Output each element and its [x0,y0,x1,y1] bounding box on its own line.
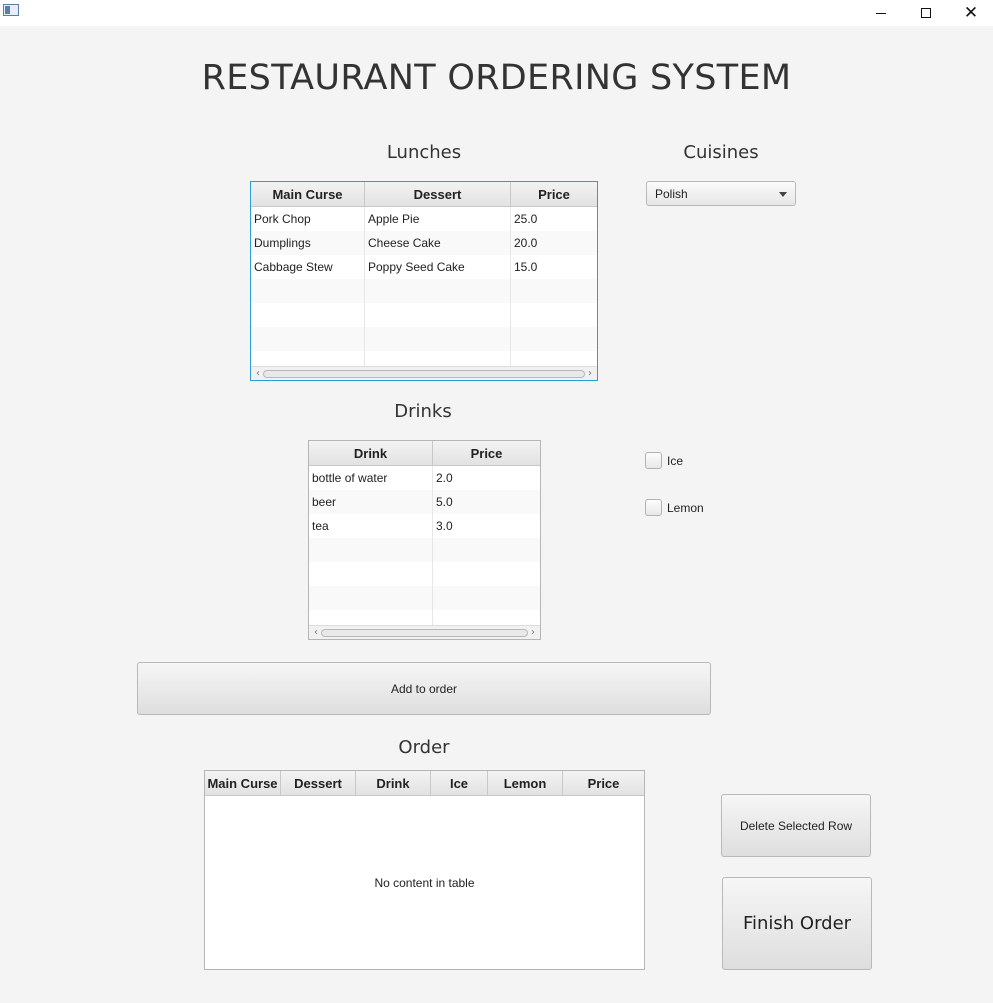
cell-dessert: Cheese Cake [365,231,511,255]
maximize-icon [921,8,931,18]
lunches-table-header: Main Curse Dessert Price [251,182,597,207]
ice-checkbox-label: Ice [667,453,684,468]
column-header-drink[interactable]: Drink [356,771,431,795]
close-button[interactable]: ✕ [948,0,993,26]
drinks-table[interactable]: Drink Price bottle of water 2.0 beer 5.0… [308,440,541,640]
scroll-right-icon[interactable]: › [527,626,539,639]
cell-price: 3.0 [436,519,453,533]
cell-dessert: Poppy Seed Cake [365,255,511,279]
scroll-right-icon[interactable]: › [584,367,596,380]
empty-row [251,303,597,327]
order-table-header: Main Curse Dessert Drink Ice Lemon Price [205,771,644,796]
empty-table-placeholder: No content in table [374,876,475,890]
ice-checkbox-box[interactable] [645,452,662,469]
column-header-dessert[interactable]: Dessert [365,182,511,206]
empty-row [309,562,540,586]
table-row[interactable]: Dumplings Cheese Cake 20.0 [251,231,597,255]
cell-main-curse: Cabbage Stew [251,255,365,279]
maximize-button[interactable] [903,0,949,26]
lunches-table[interactable]: Main Curse Dessert Price Pork Chop Apple… [250,181,598,381]
cell-main-curse: Pork Chop [251,207,365,231]
cell-price: 15.0 [514,260,538,274]
scroll-thumb[interactable] [263,370,585,378]
minimize-button[interactable] [858,0,904,26]
page-title: RESTAURANT ORDERING SYSTEM [201,58,792,98]
empty-row [251,327,597,351]
lemon-checkbox[interactable]: Lemon [645,499,704,516]
ice-checkbox[interactable]: Ice [645,452,683,469]
cell-price: 25.0 [514,212,538,226]
empty-row [309,586,540,610]
lemon-checkbox-label: Lemon [667,500,704,515]
drinks-heading: Drinks [394,401,452,422]
cuisines-selected-value: Polish [655,186,688,201]
column-header-lemon[interactable]: Lemon [488,771,563,795]
cell-price: 2.0 [436,471,453,485]
column-header-drink[interactable]: Drink [309,441,433,465]
column-header-main-curse[interactable]: Main Curse [251,182,365,206]
table-row[interactable]: tea 3.0 [309,514,540,538]
order-table[interactable]: Main Curse Dessert Drink Ice Lemon Price… [204,770,645,970]
table-row[interactable]: beer 5.0 [309,490,540,514]
cell-drink: beer [309,490,433,514]
order-heading: Order [398,737,450,758]
lunches-heading: Lunches [386,142,462,163]
column-header-price[interactable]: Price [511,182,597,206]
finish-order-button[interactable]: Finish Order [722,877,872,970]
cell-drink: tea [309,514,433,538]
drinks-horizontal-scrollbar[interactable]: ‹ › [309,625,540,639]
add-to-order-button[interactable]: Add to order [137,662,711,715]
app-icon [3,4,19,16]
lemon-checkbox-box[interactable] [645,499,662,516]
column-header-main-curse[interactable]: Main Curse [205,771,281,795]
cell-main-curse: Dumplings [251,231,365,255]
column-header-price[interactable]: Price [563,771,644,795]
empty-row [309,538,540,562]
table-row[interactable]: bottle of water 2.0 [309,466,540,490]
minimize-icon [876,13,886,14]
cell-dessert: Apple Pie [365,207,511,231]
delete-selected-row-button[interactable]: Delete Selected Row [721,794,871,857]
scroll-thumb[interactable] [321,629,528,637]
cell-price: 5.0 [436,495,453,509]
column-header-dessert[interactable]: Dessert [281,771,356,795]
close-icon: ✕ [963,3,979,23]
window-titlebar: ✕ [0,0,993,26]
cuisines-select[interactable]: Polish [646,181,796,206]
lunches-horizontal-scrollbar[interactable]: ‹ › [251,366,597,380]
table-row[interactable]: Pork Chop Apple Pie 25.0 [251,207,597,231]
empty-row [251,279,597,303]
drinks-table-header: Drink Price [309,441,540,466]
cell-price: 20.0 [514,236,538,250]
column-header-ice[interactable]: Ice [431,771,488,795]
column-header-price[interactable]: Price [433,441,540,465]
chevron-down-icon [779,192,787,197]
table-row[interactable]: Cabbage Stew Poppy Seed Cake 15.0 [251,255,597,279]
cell-drink: bottle of water [309,466,433,490]
cuisines-heading: Cuisines [683,142,759,163]
